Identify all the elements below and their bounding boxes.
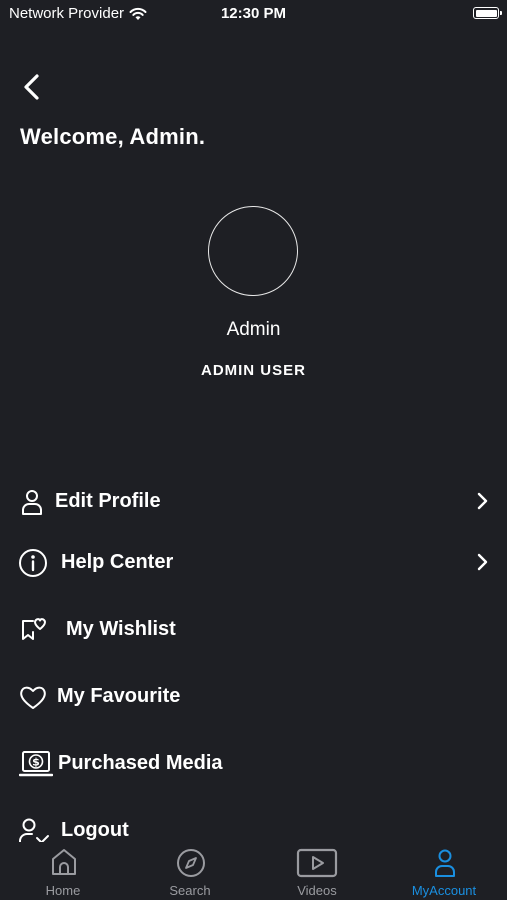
tab-bar: Home Search Videos MyAccount: [0, 842, 507, 900]
person-icon: [17, 487, 47, 517]
menu-item-label: Help Center: [61, 550, 174, 573]
chevron-right-icon: [477, 492, 488, 510]
status-bar: Network Provider 12:30 PM: [0, 0, 507, 28]
tab-home[interactable]: Home: [0, 842, 126, 900]
battery-icon: [473, 7, 502, 19]
info-icon: [18, 548, 48, 578]
tab-label: Search: [169, 883, 211, 898]
tab-search[interactable]: Search: [127, 842, 253, 900]
status-time: 12:30 PM: [220, 5, 287, 22]
menu-item-my-favourite[interactable]: My Favourite: [0, 671, 507, 721]
tab-videos[interactable]: Videos: [254, 842, 380, 900]
chevron-left-icon: [24, 74, 39, 100]
tab-label: MyAccount: [411, 883, 477, 898]
menu-item-label: My Wishlist: [66, 617, 176, 640]
menu-item-label: My Favourite: [57, 684, 181, 707]
heart-icon: [18, 682, 48, 712]
menu-item-label: Logout: [61, 818, 129, 841]
svg-text:$: $: [32, 756, 40, 769]
tab-myaccount[interactable]: MyAccount: [381, 842, 507, 900]
back-button[interactable]: [18, 70, 48, 104]
dollar-laptop-icon: $: [18, 749, 54, 779]
home-icon: [52, 849, 76, 875]
menu-item-purchased-media[interactable]: $ Purchased Media: [0, 738, 507, 788]
menu-item-help-center[interactable]: Help Center: [0, 537, 507, 587]
person-icon: [435, 849, 455, 877]
play-icon: [296, 848, 338, 878]
profile-name: Admin: [226, 319, 281, 340]
menu-item-label: Edit Profile: [55, 489, 161, 512]
avatar[interactable]: [208, 206, 298, 296]
menu-item-my-wishlist[interactable]: My Wishlist: [0, 604, 507, 654]
profile-role: ADMIN USER: [200, 362, 306, 379]
tab-label: Videos: [297, 883, 337, 898]
tab-label: Home: [45, 883, 81, 898]
compass-icon: [177, 849, 205, 877]
menu-item-label: Purchased Media: [58, 751, 223, 774]
wishlist-heart-icon: [19, 615, 49, 645]
chevron-right-icon: [477, 553, 488, 571]
menu-item-edit-profile[interactable]: Edit Profile: [0, 476, 507, 526]
welcome-title: Welcome, Admin.: [20, 124, 206, 149]
